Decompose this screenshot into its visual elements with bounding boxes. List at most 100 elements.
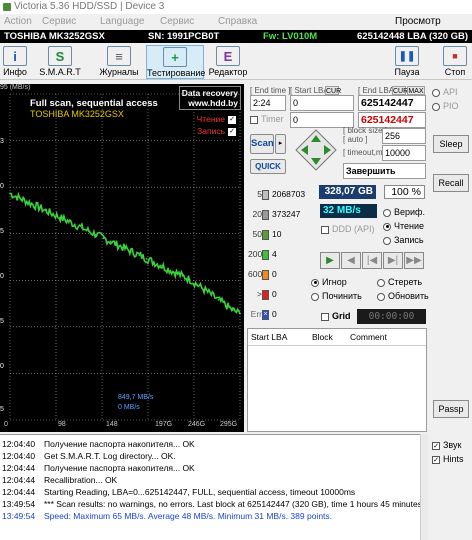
log-time: 13:49:54 [2,499,36,509]
window-titlebar: Victoria 5.36 HDD/SSD | Device 3 [0,0,472,14]
end-icon[interactable]: ▶▶ [404,252,424,269]
direction-pad[interactable] [294,128,338,172]
legend-label: 50 [252,229,262,239]
stop-button[interactable]: ■ Стоп [440,45,470,79]
max-button[interactable]: MAX [407,86,425,95]
legend-label: 5 [257,189,262,199]
tab-logs[interactable]: ≡ Журналы [98,45,140,79]
graph-unit: 95 (MB/s) [0,84,31,91]
block-size-select[interactable]: 256 [382,128,426,144]
pause-button[interactable]: ❚❚ Пауза [392,45,422,79]
legend-label: Err [250,309,262,319]
menu-service-2[interactable]: Сервис [160,14,194,30]
log-text: Получение паспорта накопителя... OK [44,463,195,473]
speed-point [138,254,141,257]
refresh-radio[interactable]: Обновить [377,291,429,301]
timeout-select[interactable]: 10000 [382,145,426,161]
timer-checkbox[interactable]: Timer [250,114,284,124]
scan-button[interactable]: Scan [250,134,274,154]
tab-testing[interactable]: + Тестирование [146,45,205,79]
scan-dropdown[interactable]: ▸ [275,134,286,154]
write-radio[interactable]: Запись [383,235,424,245]
error-x-icon: × [262,310,269,320]
fix-radio[interactable]: Починить [311,291,362,301]
menu-help[interactable]: Справка [218,14,257,30]
ignore-label: Игнор [322,277,347,287]
finish-action-select[interactable]: Завершить [343,163,426,179]
grid-checkbox[interactable]: Grid [321,311,351,321]
log-scrollbar[interactable] [420,434,428,540]
tab-editor[interactable]: E Редактор [208,45,248,79]
api-radio[interactable]: API [432,87,458,97]
graph-speed-readout: 849,7 MB/s [118,394,154,401]
write-label: Запись [394,235,424,245]
tab-smart[interactable]: S S.M.A.R.T [32,45,88,79]
step-icon[interactable]: |◀ [362,252,382,269]
erase-label: Стереть [388,277,423,287]
radio-dot [432,102,440,111]
fix-label: Починить [322,291,362,301]
graph-speed-readout-2: 0 MB/s [118,404,140,411]
graph-write-toggle[interactable]: Запись ✓ [197,126,236,136]
menu-language[interactable]: Language [100,14,145,30]
start-lba-field[interactable]: 0 [290,95,354,111]
log-text: Получение паспорта накопителя... OK [44,439,195,449]
menu-action[interactable]: Action [4,14,32,30]
cur-button[interactable]: CUR [325,86,341,95]
speed-point [167,268,170,270]
x-tick: 197G [155,421,173,428]
ddd-api-checkbox[interactable]: DDD (API) [321,224,375,234]
legend-label: 200 [248,249,263,259]
event-log[interactable]: 12:04:40 Получение паспорта накопителя...… [0,434,427,540]
speed-point [239,312,241,315]
x-tick: 98 [58,421,66,428]
checkbox-box [321,312,329,321]
verify-radio[interactable]: Вериф. [383,207,425,217]
menu-service[interactable]: Сервис [42,14,76,30]
ignore-radio[interactable]: Игнор [311,277,347,287]
end-time-field[interactable]: 2:24 [250,95,286,111]
tab-info[interactable]: i Инфо [0,45,30,79]
recall-button[interactable]: Recall [433,174,469,192]
hints-checkbox[interactable]: ✓ Hints [432,454,464,464]
speed-point [195,283,198,286]
speed-point [80,226,83,229]
play-icon[interactable]: ▶ [320,252,340,269]
log-row: 13:49:54 *** Scan results: no warnings, n… [2,498,424,510]
graph-read-toggle[interactable]: Чтение ✓ [197,114,236,124]
end-lba-field[interactable]: 625142447 [358,95,426,111]
checkbox-box [250,115,258,124]
speed-point [124,247,126,250]
sound-label: Звук [443,440,462,450]
read-radio[interactable]: Чтение [383,221,424,231]
defect-lba-table[interactable]: Start LBA Block Comment [247,328,427,432]
step-back-icon[interactable]: ◀ [341,252,361,269]
legend-swatch [262,270,269,280]
sound-checkbox[interactable]: ✓ Звук [432,440,461,450]
tab-logs-label: Журналы [99,67,139,77]
legend-swatch [262,210,269,220]
log-time: 12:04:44 [2,487,36,497]
log-row: 12:04:44 Recallibration... OK [2,474,117,486]
legend-row-20: 20 373247 [250,208,310,222]
quick-button[interactable]: QUICK [250,159,286,174]
log-row: 12:04:44 Получение паспорта накопителя...… [2,462,195,474]
speed-point [16,196,19,198]
cur-button-2[interactable]: CUR [392,86,408,95]
sleep-button[interactable]: Sleep [433,135,469,153]
y-tick: 0 [0,273,4,280]
read-label: Чтение [394,221,425,231]
x-tick: 246G [188,421,206,428]
legend-label: > [257,289,262,299]
passport-button[interactable]: Passp [433,400,469,418]
erase-radio[interactable]: Стереть [377,277,422,287]
pio-radio[interactable]: PIO [432,101,459,111]
legend-count: 0 [272,269,277,279]
y-tick: 5 [0,228,4,235]
legend-count: 373247 [272,209,301,219]
speed-point [181,274,184,277]
x-tick: 148 [106,421,118,428]
step-forward-icon[interactable]: ▶| [383,252,403,269]
graph-model: TOSHIBA MK3252GSX [30,109,124,119]
log-time: 12:04:44 [2,463,36,473]
